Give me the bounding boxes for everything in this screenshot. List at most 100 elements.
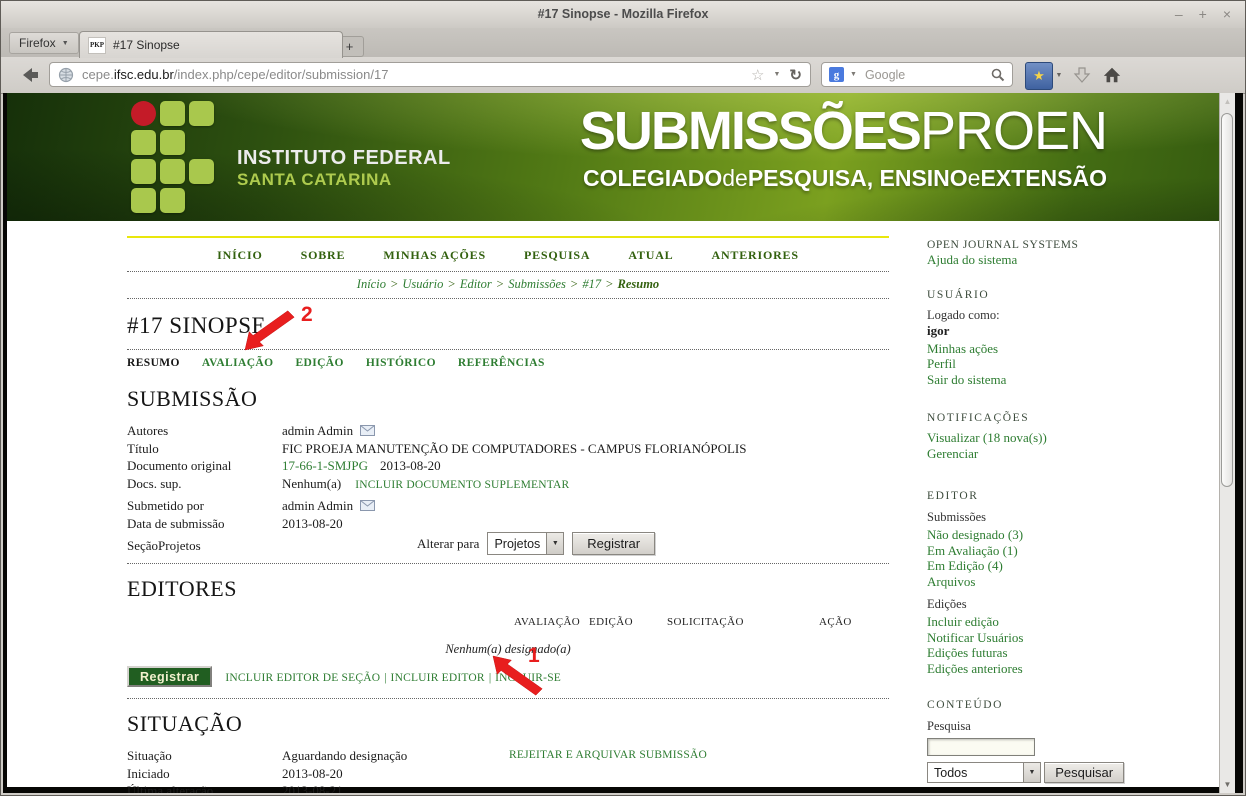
- scroll-down-icon[interactable]: ▼: [1220, 780, 1235, 789]
- field-label: Submetido por: [127, 497, 282, 515]
- bookmarks-dropdown-icon[interactable]: ▼: [1053, 62, 1065, 88]
- submission-tab-referencias[interactable]: REFERÊNCIAS: [458, 357, 545, 369]
- nav-item-sobre[interactable]: SOBRE: [301, 248, 346, 263]
- column-avaliacao: AVALIAÇÃO: [514, 616, 580, 628]
- submission-tab-historico[interactable]: HISTÓRICO: [366, 357, 436, 369]
- reject-archive-link[interactable]: REJEITAR E ARQUIVAR SUBMISSÃO: [509, 747, 707, 765]
- sidebar-help-link[interactable]: Ajuda do sistema: [927, 253, 1212, 267]
- star-icon: ★: [1033, 68, 1045, 84]
- logo-line2: SANTA CATARINA: [237, 170, 451, 190]
- logged-as-label: Logado como:: [927, 308, 1212, 323]
- field-value: FIC PROEJA MANUTENÇÃO DE COMPUTADORES - …: [282, 440, 747, 458]
- breadcrumb-separator: >: [390, 277, 398, 291]
- url-path: /index.php/cepe/editor/submission/17: [174, 67, 389, 82]
- sidebar-manage-notifications-link[interactable]: Gerenciar: [927, 447, 1212, 461]
- field-label: Docs. sup.: [127, 475, 282, 493]
- reload-icon[interactable]: ↻: [789, 66, 802, 84]
- breadcrumb-submissoes[interactable]: Submissões: [508, 277, 566, 291]
- field-row-docs-sup: Docs. sup. Nenhum(a) INCLUIR DOCUMENTO S…: [127, 475, 889, 495]
- sidebar-nao-designado-link[interactable]: Não designado (3): [927, 528, 1212, 542]
- vertical-scrollbar[interactable]: ▲ ▼: [1219, 93, 1235, 793]
- banner-title-main: SUBMISSÕESPROEN: [580, 103, 1107, 160]
- section-heading-editores: EDITORES: [127, 576, 889, 602]
- firefox-menu-button[interactable]: Firefox ▼: [9, 32, 79, 54]
- sidebar-edicoes-futuras-link[interactable]: Edições futuras: [927, 646, 1212, 660]
- scrollbar-thumb[interactable]: [1221, 113, 1233, 487]
- url-bar[interactable]: cepe.ifsc.edu.br/index.php/cepe/editor/s…: [49, 62, 811, 87]
- email-icon[interactable]: [360, 425, 375, 436]
- sidebar-minhas-acoes-link[interactable]: Minhas ações: [927, 342, 1212, 356]
- sidebar-arquivos-link[interactable]: Arquivos: [927, 575, 1212, 589]
- firefox-menu-label: Firefox: [19, 36, 56, 50]
- field-value: 2013-08-21: [282, 782, 343, 793]
- add-editor-link[interactable]: INCLUIR EDITOR: [391, 672, 485, 684]
- sidebar-logout-link[interactable]: Sair do sistema: [927, 373, 1212, 387]
- sidebar-pesquisar-button[interactable]: Pesquisar: [1044, 762, 1124, 783]
- minimize-button[interactable]: –: [1175, 6, 1183, 22]
- breadcrumb-editor[interactable]: Editor: [460, 277, 492, 291]
- add-section-editor-link[interactable]: INCLUIR EDITOR DE SEÇÃO: [225, 672, 380, 684]
- scroll-up-icon[interactable]: ▲: [1220, 97, 1235, 106]
- sidebar-em-edicao-link[interactable]: Em Edição (4): [927, 559, 1212, 573]
- sidebar-notificar-usuarios-link[interactable]: Notificar Usuários: [927, 631, 1212, 645]
- search-input[interactable]: [863, 67, 985, 83]
- browser-tab[interactable]: PKP #17 Sinopse: [79, 31, 343, 58]
- original-file-link[interactable]: 17-66-1-SMJPG: [282, 457, 368, 475]
- chevron-down-icon: ▼: [62, 40, 69, 47]
- section-select-value: Projetos: [488, 533, 546, 554]
- sidebar-view-notifications-link[interactable]: Visualizar (18 nova(s)): [927, 431, 1212, 445]
- journal-banner: INSTITUTO FEDERAL SANTA CATARINA SUBMISS…: [7, 93, 1219, 221]
- editores-column-headers: AVALIAÇÃO EDIÇÃO SOLICITAÇÃO AÇÃO: [127, 616, 889, 631]
- nav-item-pesquisa[interactable]: PESQUISA: [524, 248, 590, 263]
- url-domain: ifsc.edu.br: [114, 67, 174, 82]
- url-dropdown-icon[interactable]: ▼: [773, 71, 780, 78]
- maximize-button[interactable]: +: [1199, 6, 1207, 22]
- field-value: admin Admin: [282, 422, 353, 440]
- divider: [127, 563, 889, 564]
- logo-line1: INSTITUTO FEDERAL: [237, 147, 451, 170]
- sidebar-incluir-edicao-link[interactable]: Incluir edição: [927, 615, 1212, 629]
- annotation-label-1: 1: [528, 644, 540, 668]
- close-button[interactable]: ×: [1223, 6, 1231, 22]
- column-solicitacao: SOLICITAÇÃO: [667, 616, 744, 628]
- annotation-arrow-1-icon: [487, 646, 551, 702]
- back-button[interactable]: [17, 63, 41, 87]
- breadcrumb-usuario[interactable]: Usuário: [402, 277, 443, 291]
- add-supplementary-file-link[interactable]: INCLUIR DOCUMENTO SUPLEMENTAR: [355, 477, 569, 495]
- sidebar-edicoes-anteriores-link[interactable]: Edições anteriores: [927, 662, 1212, 676]
- nav-item-atual[interactable]: ATUAL: [628, 248, 673, 263]
- sidebar-scope-select[interactable]: Todos ▼: [927, 762, 1041, 783]
- search-icon[interactable]: [991, 68, 1005, 82]
- url-text: cepe.ifsc.edu.br/index.php/cepe/editor/s…: [82, 67, 751, 82]
- username: igor: [927, 323, 1212, 339]
- nav-item-minhas-acoes[interactable]: MINHAS AÇÕES: [383, 248, 486, 263]
- search-bar[interactable]: g ▼: [821, 62, 1013, 87]
- nav-item-inicio[interactable]: INÍCIO: [217, 248, 262, 263]
- engine-dropdown-icon[interactable]: ▼: [850, 71, 857, 78]
- breadcrumb-inicio[interactable]: Início: [357, 277, 386, 291]
- bookmark-star-icon[interactable]: ☆: [751, 66, 764, 84]
- field-value: admin Admin: [282, 497, 353, 515]
- section-heading-submissao: SUBMISSÃO: [127, 386, 889, 412]
- email-icon[interactable]: [360, 500, 375, 511]
- breadcrumb-separator: >: [605, 277, 613, 291]
- downloads-button[interactable]: [1069, 62, 1095, 88]
- google-engine-icon[interactable]: g: [829, 67, 844, 82]
- breadcrumb: Início>Usuário>Editor>Submissões>#17>Res…: [127, 271, 889, 299]
- download-arrow-icon: [1072, 65, 1092, 85]
- submission-tab-resumo[interactable]: RESUMO: [127, 357, 180, 369]
- bookmarks-button[interactable]: ★: [1025, 62, 1053, 90]
- registrar-editores-button[interactable]: Registrar: [127, 666, 212, 687]
- breadcrumb-separator: >: [570, 277, 578, 291]
- section-select[interactable]: Projetos ▼: [487, 532, 564, 555]
- registrar-section-button[interactable]: Registrar: [572, 532, 655, 555]
- sidebar-search-input[interactable]: [927, 738, 1035, 756]
- breadcrumb-17[interactable]: #17: [582, 277, 601, 291]
- nav-item-anteriores[interactable]: ANTERIORES: [711, 248, 798, 263]
- situacao-row: Situação Aguardando designação REJEITAR …: [127, 747, 889, 765]
- sidebar-perfil-link[interactable]: Perfil: [927, 357, 1212, 371]
- home-button[interactable]: [1099, 62, 1125, 88]
- sidebar-edicoes-label: Edições: [927, 597, 1212, 612]
- sidebar-em-avaliacao-link[interactable]: Em Avaliação (1): [927, 544, 1212, 558]
- logo-red-dot: [131, 101, 156, 126]
